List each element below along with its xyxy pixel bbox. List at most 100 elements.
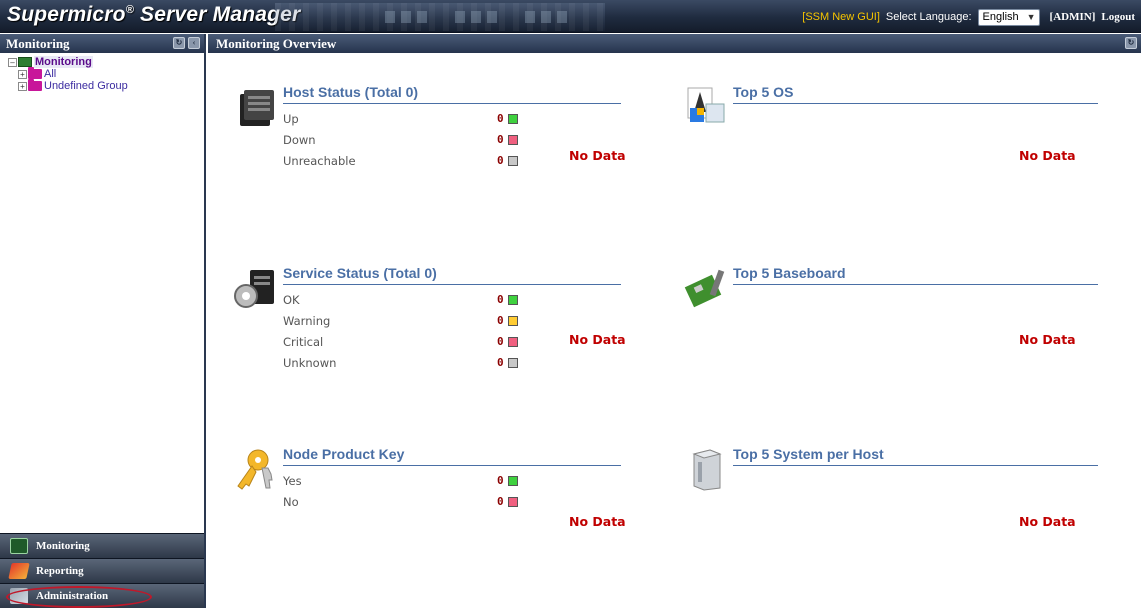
status-count: 0	[497, 293, 504, 306]
status-count: 0	[497, 112, 504, 125]
nav-monitoring[interactable]: Monitoring	[0, 533, 204, 558]
left-panel: Monitoring ↻ ‹ – Monitoring + All + Unde…	[0, 34, 206, 608]
status-count: 0	[497, 335, 504, 348]
service-gear-server-icon	[230, 266, 280, 316]
left-panel-header: Monitoring ↻ ‹	[0, 34, 204, 53]
no-data-label: No Data	[569, 148, 626, 163]
status-label: OK	[283, 292, 300, 307]
folder-icon	[28, 79, 42, 91]
top-system-card: Top 5 System per Host No Data	[733, 446, 1098, 529]
top-header-bar: Supermicro® Server Manager [SSM New GUI]…	[0, 0, 1141, 33]
refresh-icon[interactable]: ↻	[1125, 37, 1137, 49]
language-value: English	[982, 11, 1019, 23]
status-label: Yes	[283, 473, 302, 488]
no-data-label: No Data	[1019, 148, 1076, 163]
server-icon	[234, 84, 280, 134]
highlight-circle	[6, 586, 152, 608]
tree-root-label[interactable]: Monitoring	[34, 56, 93, 68]
status-label: Unknown	[283, 355, 337, 370]
status-count: 0	[497, 495, 504, 508]
host-status-title: Host Status (Total 0)	[283, 84, 621, 104]
system-tower-icon	[688, 446, 728, 496]
top-system-title: Top 5 System per Host	[733, 446, 1098, 466]
product-key-row: No 0	[283, 491, 621, 512]
status-count: 0	[497, 154, 504, 167]
no-data-label: No Data	[1019, 332, 1076, 347]
product-key-row: Yes 0	[283, 470, 621, 491]
chevron-down-icon: ▼	[1026, 12, 1036, 22]
top-baseboard-card: Top 5 Baseboard No Data	[733, 265, 1098, 347]
service-status-row: Unknown 0	[283, 352, 621, 373]
status-count: 0	[497, 474, 504, 487]
header-banner-decoration	[275, 3, 605, 31]
service-status-title: Service Status (Total 0)	[283, 265, 621, 285]
baseboard-icon	[684, 266, 730, 316]
folder-icon	[28, 67, 42, 79]
app-title: Supermicro® Server Manager	[7, 3, 301, 26]
header-controls: [SSM New GUI] Select Language: English ▼…	[802, 8, 1135, 26]
tree-node-label[interactable]: All	[44, 68, 56, 80]
service-status-row: Warning 0	[283, 310, 621, 331]
service-status-row: OK 0	[283, 289, 621, 310]
status-count: 0	[497, 133, 504, 146]
status-swatch	[508, 315, 518, 326]
status-swatch	[508, 294, 518, 305]
collapse-node-icon[interactable]: –	[8, 57, 17, 67]
node-product-key-card: Node Product Key Yes 0 No 0 No Data	[283, 446, 626, 529]
monitor-icon	[18, 57, 32, 67]
status-label: Up	[283, 111, 299, 126]
reporting-pencil-icon	[8, 563, 30, 579]
top-os-title: Top 5 OS	[733, 84, 1098, 104]
status-label: Warning	[283, 313, 331, 328]
product-key-icon	[232, 446, 278, 496]
status-count: 0	[497, 314, 504, 327]
bottom-nav: Monitoring Reporting Administration	[0, 533, 204, 608]
status-swatch	[508, 475, 518, 486]
tree-node-undefined-group[interactable]: + Undefined Group	[8, 79, 204, 92]
current-user: [ADMIN]	[1049, 11, 1096, 23]
operating-system-icon	[684, 82, 730, 132]
group-tree: – Monitoring + All + Undefined Group	[0, 53, 204, 92]
service-status-card: Service Status (Total 0) OK 0 Warning 0 …	[283, 265, 626, 373]
collapse-icon[interactable]: ‹	[188, 37, 200, 49]
language-select[interactable]: English ▼	[977, 8, 1040, 26]
status-label: Down	[283, 132, 316, 147]
expand-node-icon[interactable]: +	[18, 81, 27, 91]
top-os-card: Top 5 OS No Data	[733, 84, 1098, 163]
tree-node-monitoring[interactable]: – Monitoring	[8, 56, 204, 68]
status-label: Unreachable	[283, 153, 356, 168]
tree-node-label[interactable]: Undefined Group	[44, 80, 128, 92]
status-label: Critical	[283, 334, 324, 349]
nav-administration[interactable]: Administration	[0, 583, 204, 608]
status-swatch	[508, 496, 518, 507]
status-swatch	[508, 357, 518, 368]
logout-link[interactable]: Logout	[1101, 11, 1135, 23]
ssm-new-gui-link[interactable]: [SSM New GUI]	[802, 11, 880, 23]
status-swatch	[508, 134, 518, 145]
language-label: Select Language:	[885, 11, 972, 23]
main-title: Monitoring Overview	[216, 36, 337, 51]
status-count: 0	[497, 356, 504, 369]
main-header: Monitoring Overview ↻	[208, 34, 1141, 53]
status-swatch	[508, 155, 518, 166]
main-content: Monitoring Overview ↻ Host Status (Total…	[208, 34, 1141, 608]
left-panel-title: Monitoring	[6, 36, 70, 51]
no-data-label: No Data	[569, 332, 626, 347]
no-data-label: No Data	[569, 514, 626, 529]
status-label: No	[283, 494, 299, 509]
status-swatch	[508, 336, 518, 347]
nav-reporting[interactable]: Reporting	[0, 558, 204, 583]
top-baseboard-title: Top 5 Baseboard	[733, 265, 1098, 285]
status-swatch	[508, 113, 518, 124]
host-status-row: Down 0	[283, 129, 621, 150]
expand-node-icon[interactable]: +	[18, 69, 27, 79]
monitoring-chart-icon	[10, 538, 28, 554]
tree-node-all[interactable]: + All	[8, 67, 204, 80]
host-status-row: Up 0	[283, 108, 621, 129]
refresh-icon[interactable]: ↻	[173, 37, 185, 49]
no-data-label: No Data	[1019, 514, 1076, 529]
nav-label: Reporting	[36, 565, 84, 577]
nav-label: Monitoring	[36, 540, 90, 552]
node-product-key-title: Node Product Key	[283, 446, 621, 466]
host-status-card: Host Status (Total 0) Up 0 Down 0 Unreac…	[283, 84, 626, 171]
